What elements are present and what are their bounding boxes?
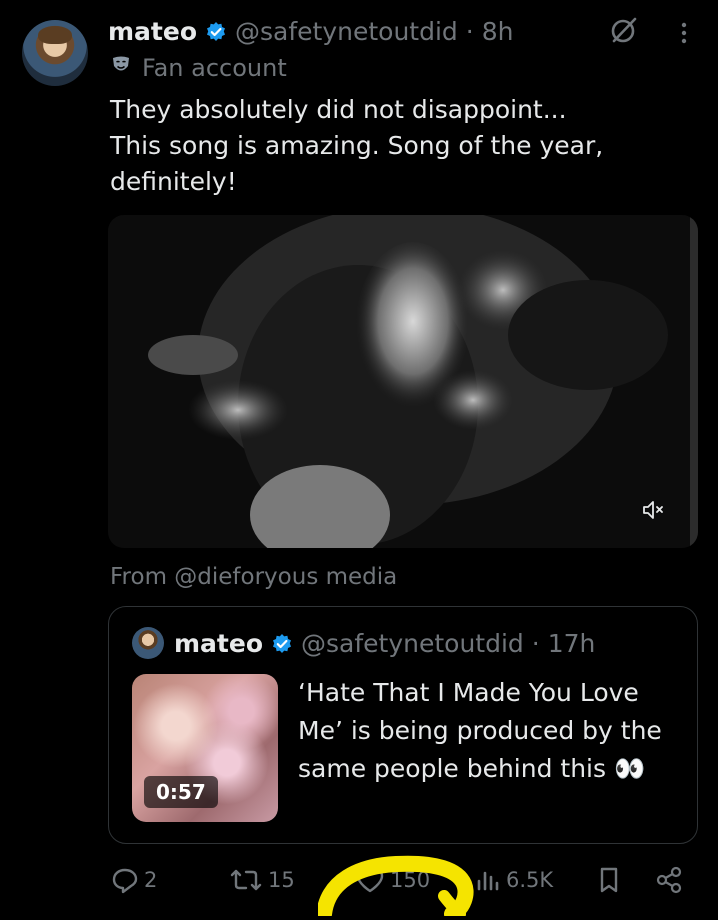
quoted-text-line: same people behind this 👀	[298, 754, 646, 783]
separator-dot: ·	[465, 16, 474, 46]
post-text: They absolutely did not disappoint... Th…	[110, 92, 670, 200]
post-text-line: They absolutely did not disappoint...	[110, 95, 567, 124]
post-header: mateo @safetynetoutdid · 8h	[108, 14, 514, 48]
bookmark-icon	[600, 867, 618, 893]
repost-count: 15	[268, 868, 295, 892]
reply-count: 2	[144, 868, 158, 892]
reply-icon	[112, 868, 138, 894]
separator-dot: ·	[531, 628, 540, 658]
author-handle[interactable]: @safetynetoutdid	[235, 17, 458, 46]
quoted-text-line: Me’ is being produced by the	[298, 716, 662, 745]
quoted-text-line: ‘Hate That I Made You Love	[298, 678, 639, 707]
theater-mask-icon	[110, 54, 132, 82]
post-timestamp[interactable]: 8h	[482, 17, 514, 46]
bookmark-button[interactable]	[596, 864, 622, 896]
share-icon	[656, 866, 682, 894]
quoted-post-timestamp: 17h	[547, 628, 596, 658]
mute-icon[interactable]	[640, 498, 668, 522]
post-text-line: definitely!	[110, 167, 237, 196]
post-text-line: This song is amazing. Song of the year,	[110, 131, 604, 160]
media-attribution[interactable]: From @dieforyous media	[110, 564, 397, 590]
views-button[interactable]: 6.5K	[474, 864, 553, 896]
views-count: 6.5K	[506, 868, 554, 892]
video-player[interactable]	[108, 215, 698, 548]
quoted-author-avatar	[132, 627, 164, 659]
video-frame-image	[108, 215, 698, 548]
reply-button[interactable]: 2	[110, 864, 157, 896]
yellow-highlight-circle	[316, 836, 478, 920]
verified-badge-icon[interactable]	[205, 20, 227, 42]
account-label-text: Fan account	[142, 54, 287, 82]
views-chart-icon	[477, 871, 499, 891]
grok-icon[interactable]	[606, 12, 642, 48]
author-display-name[interactable]: mateo	[108, 17, 197, 46]
author-avatar[interactable]	[22, 20, 88, 86]
more-icon[interactable]	[672, 18, 696, 48]
quoted-post-header: mateo @safetynetoutdid · 17h	[174, 626, 595, 660]
repost-button[interactable]: 15	[228, 864, 295, 896]
quoted-post-text: ‘Hate That I Made You Love Me’ is being …	[298, 674, 678, 788]
repost-icon	[230, 869, 262, 891]
quoted-author-handle: @safetynetoutdid	[301, 628, 524, 658]
verified-badge-icon	[271, 632, 293, 654]
share-button[interactable]	[654, 864, 684, 896]
account-label[interactable]: Fan account	[110, 52, 287, 84]
quoted-author-display-name: mateo	[174, 628, 264, 658]
video-duration-badge: 0:57	[144, 776, 218, 808]
